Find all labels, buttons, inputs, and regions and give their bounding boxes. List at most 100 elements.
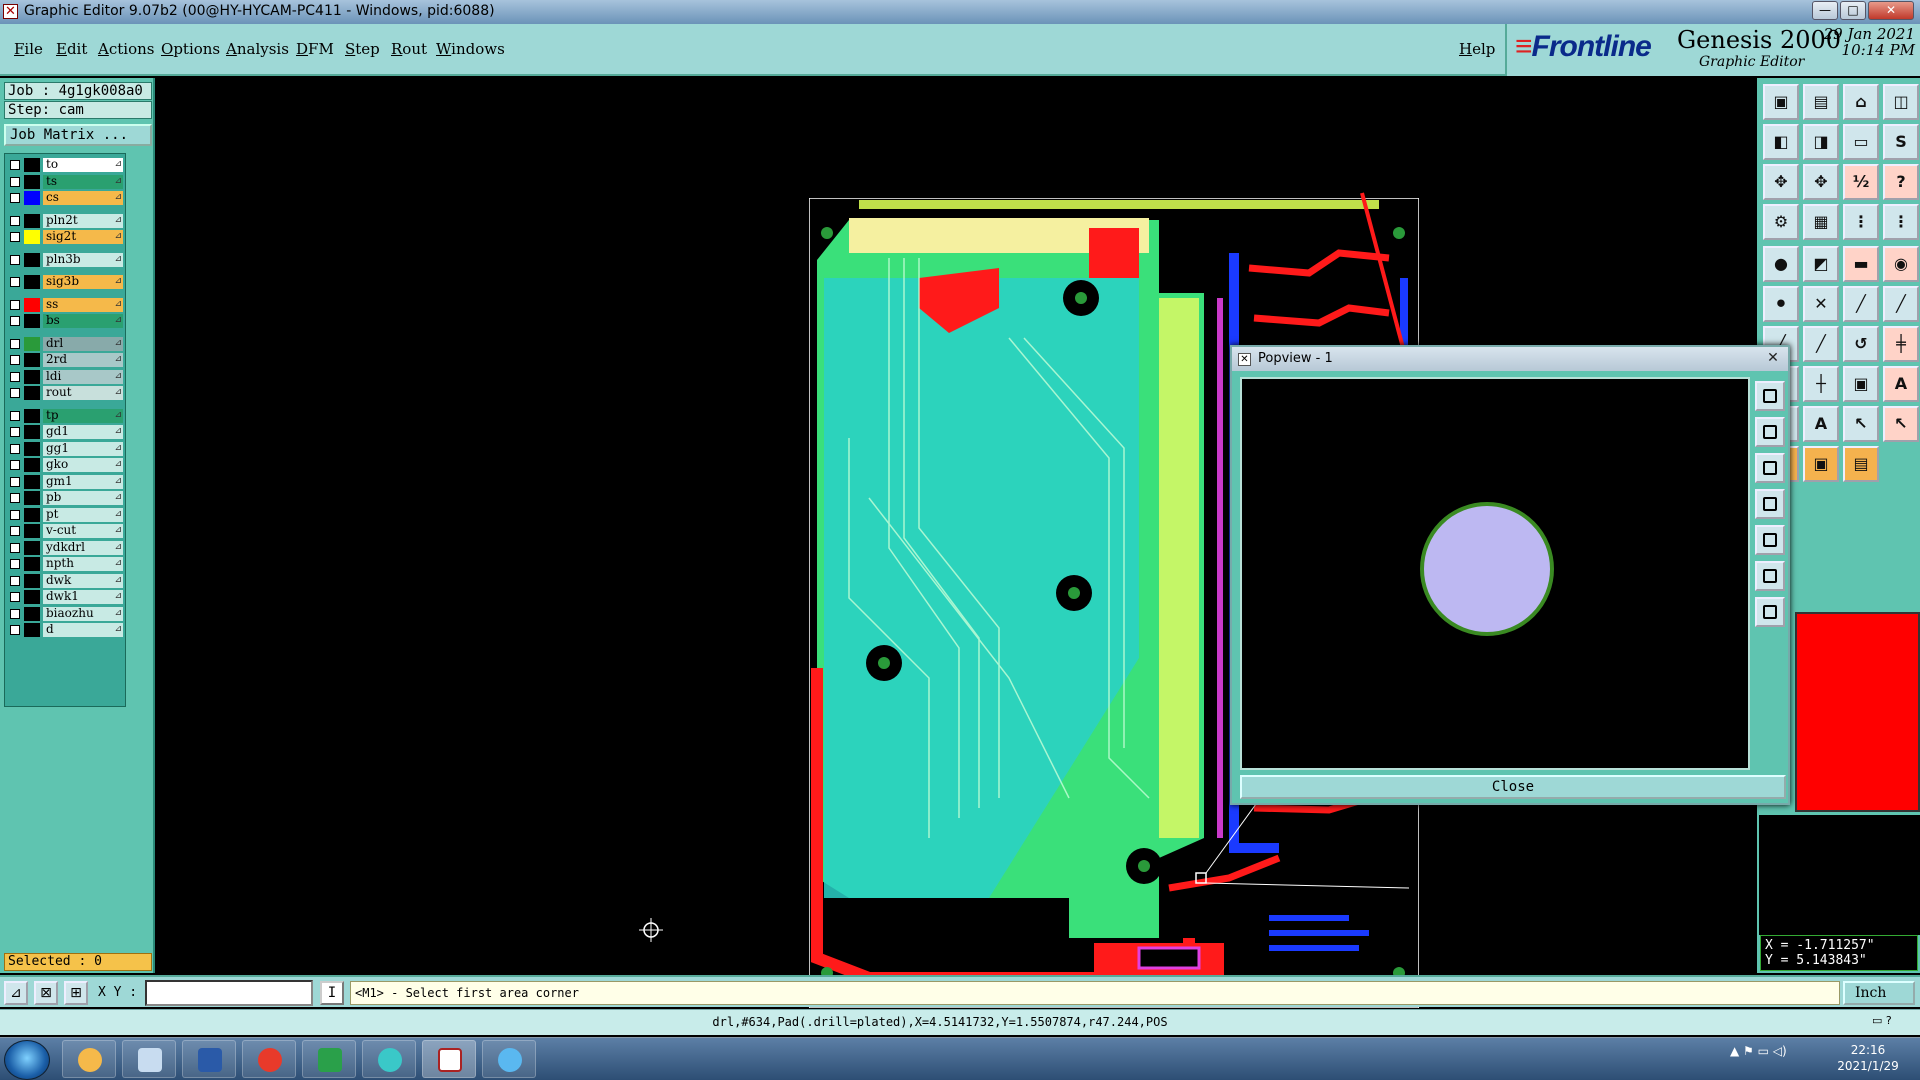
layer-row[interactable]: to — [7, 158, 125, 172]
input-mode-button[interactable]: I — [320, 981, 344, 1005]
tool-button-5-2[interactable]: ╱ — [1843, 286, 1879, 322]
taskbar-app-messenger[interactable] — [482, 1040, 536, 1078]
layer-name[interactable]: ldi — [43, 369, 123, 384]
tool-button-0-3[interactable]: ◫ — [1883, 84, 1919, 120]
tool-button-1-0[interactable]: ◧ — [1763, 124, 1799, 160]
tool-button-3-3[interactable]: ⋮ — [1883, 204, 1919, 240]
status-help-icon[interactable]: ▭ ? — [1872, 1014, 1916, 1032]
layer-checkbox[interactable] — [10, 625, 20, 635]
popview-tool-button[interactable] — [1755, 489, 1785, 519]
menu-windows[interactable]: Windows — [436, 40, 505, 58]
menu-edit[interactable]: Edit — [56, 40, 87, 58]
tool-button-4-0[interactable]: ● — [1763, 246, 1799, 282]
layer-checkbox[interactable] — [10, 476, 20, 487]
taskbar-app-save[interactable] — [182, 1040, 236, 1078]
layer-row[interactable]: ts — [7, 174, 125, 189]
menu-step[interactable]: Step — [345, 40, 380, 58]
taskbar-app-graphic-editor[interactable] — [422, 1040, 476, 1078]
layer-name[interactable]: d — [43, 623, 123, 637]
popview-canvas[interactable] — [1240, 377, 1750, 770]
layer-checkbox[interactable] — [10, 509, 20, 520]
layer-name[interactable]: pln3b — [43, 252, 123, 267]
tool-button-0-1[interactable]: ▤ — [1803, 84, 1839, 120]
tool-button-6-3[interactable]: ╪ — [1883, 326, 1919, 362]
layer-name[interactable]: dwk — [43, 573, 123, 588]
layer-row[interactable]: pb — [7, 491, 125, 505]
tool-button-4-1[interactable]: ◩ — [1803, 246, 1839, 282]
system-tray[interactable]: ▲ ⚑ ▭ ◁) — [1730, 1044, 1810, 1074]
layer-name[interactable]: biaozhu — [43, 606, 123, 621]
layer-name[interactable]: drl — [43, 336, 123, 351]
layer-name[interactable]: rout — [43, 386, 123, 400]
menu-options[interactable]: Options — [161, 40, 220, 58]
layer-row[interactable]: ss — [7, 297, 125, 312]
layer-name[interactable]: v-cut — [43, 524, 123, 538]
tool-button-9-1[interactable]: ▣ — [1803, 446, 1839, 482]
tool-button-2-3[interactable]: ? — [1883, 164, 1919, 200]
layer-name[interactable]: sig3b — [43, 275, 123, 289]
tool-button-8-1[interactable]: A — [1803, 406, 1839, 442]
tool-button-2-1[interactable]: ✥ — [1803, 164, 1839, 200]
tool-button-5-3[interactable]: ╱ — [1883, 286, 1919, 322]
menu-analysis[interactable]: Analysis — [226, 40, 289, 58]
layer-row[interactable]: gd1 — [7, 425, 125, 439]
layer-checkbox[interactable] — [10, 542, 20, 553]
layer-checkbox[interactable] — [10, 160, 20, 170]
layer-row[interactable]: gko — [7, 458, 125, 472]
layer-row[interactable]: tp — [7, 408, 125, 423]
layer-name[interactable]: dwk1 — [43, 590, 123, 604]
measure-icon[interactable]: ⊠ — [34, 981, 58, 1005]
menu-file[interactable]: File — [14, 40, 43, 58]
layer-name[interactable]: ydkdrl — [43, 540, 123, 555]
layer-name[interactable]: bs — [43, 314, 123, 328]
layer-checkbox[interactable] — [10, 338, 20, 349]
layer-checkbox[interactable] — [10, 559, 20, 569]
tool-button-2-2[interactable]: ½ — [1843, 164, 1879, 200]
layer-checkbox[interactable] — [10, 215, 20, 226]
tool-button-6-2[interactable]: ↺ — [1843, 326, 1879, 362]
popview-tool-button[interactable] — [1755, 597, 1785, 627]
layer-checkbox[interactable] — [10, 575, 20, 586]
popview-tool-button[interactable] — [1755, 417, 1785, 447]
layer-name[interactable]: sig2t — [43, 230, 123, 244]
tool-button-8-2[interactable]: ↖ — [1843, 406, 1879, 442]
layer-checkbox[interactable] — [10, 460, 20, 470]
layer-row[interactable]: 2rd — [7, 353, 125, 367]
layer-name[interactable]: gm1 — [43, 474, 123, 489]
taskbar-app-notepad[interactable] — [122, 1040, 176, 1078]
taskbar-app-p[interactable] — [302, 1040, 356, 1078]
taskbar-app-shell[interactable] — [62, 1040, 116, 1078]
layer-name[interactable]: ss — [43, 297, 123, 312]
layer-row[interactable]: gg1 — [7, 441, 125, 456]
layer-checkbox[interactable] — [10, 493, 20, 503]
layer-checkbox[interactable] — [10, 176, 20, 187]
layer-row[interactable]: drl — [7, 336, 125, 351]
taskbar-clock[interactable]: 22:16 2021/1/29 — [1820, 1042, 1916, 1074]
xy-input[interactable] — [145, 980, 313, 1006]
layer-row[interactable]: cs — [7, 191, 125, 205]
tool-button-2-0[interactable]: ✥ — [1763, 164, 1799, 200]
layer-row[interactable]: pt — [7, 507, 125, 522]
layer-checkbox[interactable] — [10, 277, 20, 287]
layer-checkbox[interactable] — [10, 371, 20, 382]
start-button[interactable] — [4, 1040, 50, 1080]
layer-checkbox[interactable] — [10, 592, 20, 602]
layer-checkbox[interactable] — [10, 427, 20, 437]
layer-row[interactable]: bs — [7, 314, 125, 328]
menu-dfm[interactable]: DFM — [296, 40, 334, 58]
layer-name[interactable]: gko — [43, 458, 123, 472]
layer-checkbox[interactable] — [10, 193, 20, 203]
layer-row[interactable]: pln2t — [7, 213, 125, 228]
layer-row[interactable]: biaozhu — [7, 606, 125, 621]
tool-button-7-2[interactable]: ▣ — [1843, 366, 1879, 402]
layer-name[interactable]: pt — [43, 507, 123, 522]
layer-checkbox[interactable] — [10, 608, 20, 619]
layer-checkbox[interactable] — [10, 232, 20, 242]
layer-checkbox[interactable] — [10, 299, 20, 310]
layer-name[interactable]: ts — [43, 174, 123, 189]
layer-row[interactable]: v-cut — [7, 524, 125, 538]
layer-name[interactable]: pb — [43, 491, 123, 505]
layer-row[interactable]: dwk — [7, 573, 125, 588]
minimize-button[interactable]: — — [1812, 1, 1838, 20]
layer-name[interactable]: pln2t — [43, 213, 123, 228]
